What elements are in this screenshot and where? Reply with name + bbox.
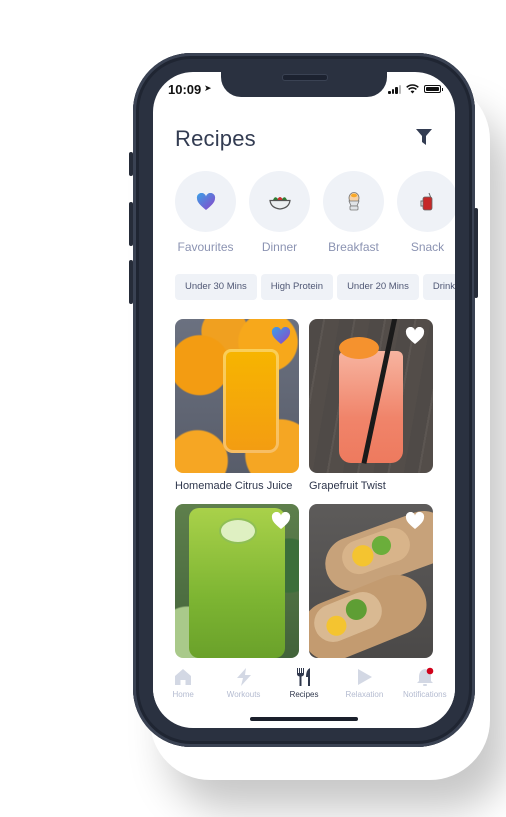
- filter-chip[interactable]: Under 30 Mins: [175, 274, 257, 300]
- notch: [221, 72, 387, 97]
- category-list: Favourites Dinner Breakfast Snack: [175, 171, 455, 254]
- tab-bar: Home Workouts Recipes Relaxation Notific…: [153, 662, 455, 706]
- filter-chip[interactable]: Under 20 Mins: [337, 274, 419, 300]
- status-time: 10:09: [168, 82, 202, 97]
- tab-home[interactable]: Home: [153, 662, 213, 706]
- tab-label: Home: [172, 690, 194, 699]
- volume-down-button: [129, 260, 133, 304]
- home-icon: [175, 669, 192, 685]
- recipe-image-green-smoothie[interactable]: [175, 504, 299, 658]
- heart-gradient-icon: [196, 192, 215, 210]
- filter-chip[interactable]: Drinks: [422, 274, 455, 300]
- cellular-signal-icon: [388, 84, 401, 94]
- filter-chip[interactable]: High Protein: [260, 274, 334, 300]
- recipe-image-grapefruit-twist[interactable]: [309, 319, 433, 473]
- tab-label: Recipes: [289, 690, 319, 699]
- mute-switch: [129, 152, 133, 176]
- recipe-card[interactable]: Homemade Citrus Juice: [175, 319, 299, 492]
- category-snack[interactable]: Snack: [397, 171, 455, 254]
- juice-jar: [223, 349, 279, 453]
- recipe-image-citrus-juice[interactable]: [175, 319, 299, 473]
- recipe-card[interactable]: [175, 504, 299, 665]
- salad-bowl-icon: [268, 196, 291, 210]
- filter-icon[interactable]: [415, 128, 433, 146]
- tab-label: Workouts: [226, 690, 261, 699]
- play-icon: [358, 669, 373, 685]
- recipe-card[interactable]: [309, 504, 433, 665]
- wifi-icon: [406, 84, 419, 94]
- recipe-title[interactable]: Grapefruit Twist: [309, 480, 433, 492]
- volume-up-button: [129, 202, 133, 246]
- tab-label: Notifications: [403, 690, 447, 699]
- favourite-heart-icon[interactable]: [271, 512, 291, 530]
- category-icon-container: [397, 171, 455, 232]
- category-label: Favourites: [177, 240, 234, 254]
- fork-knife-icon: [297, 668, 311, 686]
- category-dinner[interactable]: Dinner: [249, 171, 310, 254]
- favourite-heart-icon[interactable]: [405, 327, 425, 345]
- tab-recipes[interactable]: Recipes: [274, 662, 334, 706]
- filter-chips: Under 30 Mins High Protein Under 20 Mins…: [175, 274, 455, 300]
- category-icon-container: [249, 171, 310, 232]
- tab-relaxation[interactable]: Relaxation: [334, 662, 394, 706]
- recipe-grid: Homemade Citrus Juice Grapefruit Twist: [175, 319, 435, 665]
- category-breakfast[interactable]: Breakfast: [323, 171, 384, 254]
- lightning-icon: [236, 668, 251, 686]
- power-button: [474, 208, 478, 298]
- notification-badge: [426, 667, 434, 675]
- favourite-heart-icon[interactable]: [271, 327, 291, 345]
- category-icon-container: [323, 171, 384, 232]
- location-arrow-icon: ➤: [204, 83, 212, 93]
- category-label: Snack: [410, 240, 445, 254]
- tab-notifications[interactable]: Notifications: [395, 662, 455, 706]
- juice-jar-icon: [420, 192, 432, 210]
- category-label: Dinner: [261, 240, 298, 254]
- status-icons: [388, 84, 443, 94]
- app-screen: 10:09 ➤ Recipes Favourites Dinner Breakf…: [153, 72, 455, 728]
- category-favourites[interactable]: Favourites: [175, 171, 236, 254]
- speaker-grille: [282, 74, 328, 81]
- category-label: Breakfast: [328, 240, 379, 254]
- orange-garnish: [339, 337, 379, 359]
- cucumber-slice: [219, 518, 257, 544]
- bell-icon: [416, 667, 434, 686]
- recipe-card[interactable]: Grapefruit Twist: [309, 319, 433, 492]
- battery-icon: [424, 85, 443, 93]
- boiled-egg-icon: [347, 191, 360, 210]
- tab-workouts[interactable]: Workouts: [213, 662, 273, 706]
- recipe-image-chicken-wrap[interactable]: [309, 504, 433, 658]
- home-indicator[interactable]: [250, 717, 358, 721]
- page-title: Recipes: [175, 126, 256, 151]
- drink-glass: [339, 351, 403, 463]
- category-icon-container: [175, 171, 236, 232]
- recipe-title[interactable]: Homemade Citrus Juice: [175, 480, 299, 492]
- tab-label: Relaxation: [345, 690, 384, 699]
- favourite-heart-icon[interactable]: [405, 512, 425, 530]
